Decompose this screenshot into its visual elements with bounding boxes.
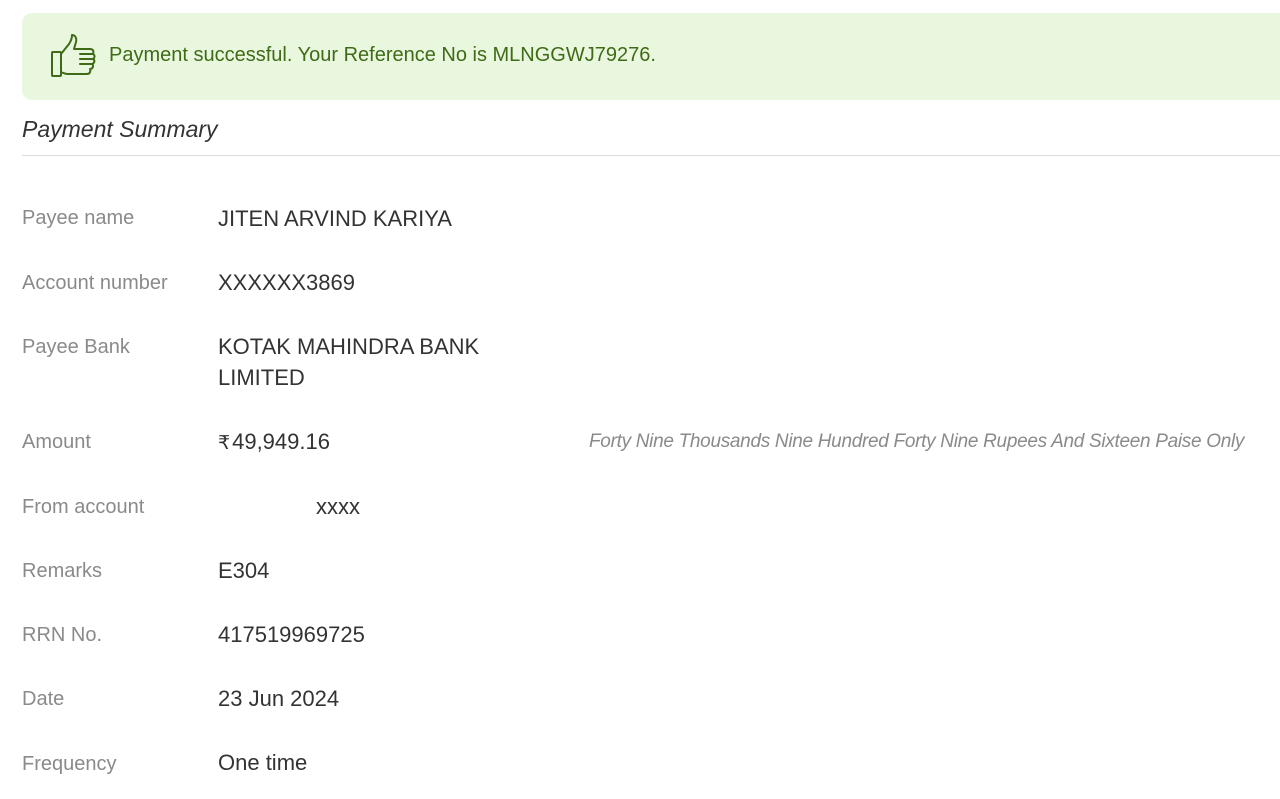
account-number-label: Account number <box>22 272 168 294</box>
amount-number: 49,949.16 <box>232 429 330 454</box>
success-message: Payment successful. Your Reference No is… <box>109 44 656 66</box>
amount-label: Amount <box>22 431 91 453</box>
success-banner: Payment successful. Your Reference No is… <box>22 13 1280 100</box>
amount-value: ₹49,949.16 <box>218 426 330 459</box>
from-account-value: xxxx <box>316 494 360 519</box>
date-label: Date <box>22 688 65 710</box>
date-value: 23 Jun 2024 <box>218 686 340 711</box>
payment-summary-title: Payment Summary <box>22 116 218 142</box>
payee-bank-label: Payee Bank <box>22 336 130 358</box>
amount-in-words: Forty Nine Thousands Nine Hundred Forty … <box>589 431 1245 452</box>
payment-confirmation-page: Payment successful. Your Reference No is… <box>0 0 1280 799</box>
rrn-label: RRN No. <box>22 624 103 646</box>
payee-name-label: Payee name <box>22 207 135 229</box>
payee-bank-line1: KOTAK MAHINDRA BANK <box>218 334 480 359</box>
remarks-label: Remarks <box>22 560 103 582</box>
payee-name-value: JITEN ARVIND KARIYA <box>218 206 452 231</box>
rupee-symbol: ₹ <box>218 433 231 454</box>
divider <box>22 155 1280 156</box>
remarks-value: E304 <box>218 558 270 583</box>
frequency-value: One time <box>218 750 308 775</box>
payee-bank-line2: LIMITED <box>218 365 305 390</box>
payee-bank-value: KOTAK MAHINDRA BANK LIMITED <box>218 331 479 393</box>
rrn-value: 417519969725 <box>218 622 365 647</box>
account-number-value: XXXXXX3869 <box>218 270 355 295</box>
from-account-label: From account <box>22 496 145 518</box>
frequency-label: Frequency <box>22 753 117 775</box>
thumbs-up-icon <box>50 32 98 80</box>
